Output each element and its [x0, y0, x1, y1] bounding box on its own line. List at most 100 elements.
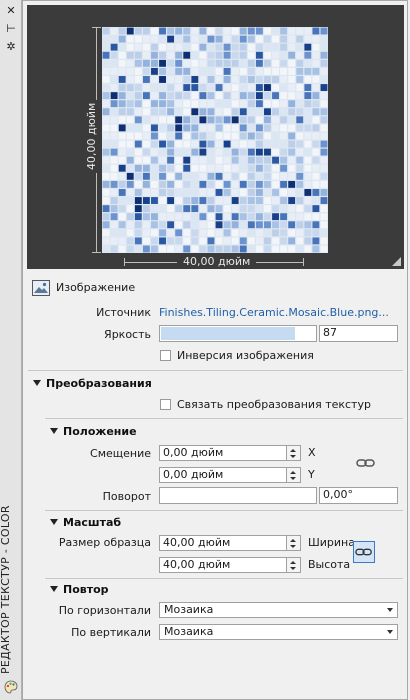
mosaic-tile: [255, 197, 263, 204]
rotation-label: Поворот: [102, 490, 151, 503]
brightness-slider[interactable]: [159, 325, 317, 342]
sample-height-spinner[interactable]: [287, 557, 301, 573]
mosaic-tile: [231, 213, 239, 221]
mosaic-tile: [231, 116, 239, 124]
mosaic-tile: [199, 237, 207, 245]
sample-width-input[interactable]: 40,00 дюйм: [159, 535, 287, 551]
offset-y-input[interactable]: 0,00 дюйм: [159, 467, 287, 483]
mosaic-tile: [151, 205, 158, 213]
mosaic-tile: [304, 237, 312, 245]
height-dimension-tick-top: [92, 27, 101, 28]
offset-y-spinner[interactable]: [287, 467, 301, 483]
mosaic-tile: [304, 197, 312, 204]
mosaic-tile: [296, 43, 304, 51]
sample-height-input[interactable]: 40,00 дюйм: [159, 557, 287, 573]
lock-offset-chain-icon[interactable]: [356, 457, 376, 469]
mosaic-tile: [167, 156, 175, 164]
mosaic-tile: [175, 140, 183, 148]
mosaic-tile: [239, 172, 247, 180]
mosaic-tile: [223, 245, 231, 253]
invert-image-checkbox[interactable]: [160, 350, 171, 361]
transforms-section-header[interactable]: Преобразования: [33, 377, 152, 390]
mosaic-tile: [126, 245, 134, 253]
mosaic-tile: [191, 156, 199, 164]
image-thumbnail-icon[interactable]: [32, 280, 50, 296]
mosaic-tile: [191, 140, 199, 148]
sample-width-spinner[interactable]: [287, 535, 301, 551]
resize-grip-icon[interactable]: [392, 257, 401, 266]
close-icon[interactable]: ✕: [4, 4, 18, 18]
mosaic-tile: [255, 205, 263, 213]
mosaic-tile: [296, 221, 304, 229]
mosaic-tile: [126, 172, 134, 180]
repeat-section-header[interactable]: Повтор: [50, 583, 109, 596]
mosaic-tile: [264, 100, 271, 108]
mosaic-tile: [215, 172, 223, 180]
mosaic-tile: [102, 76, 110, 83]
mosaic-tile: [280, 221, 288, 229]
mosaic-tile: [223, 156, 231, 164]
mosaic-tile: [110, 35, 118, 43]
mosaic-tile: [304, 124, 312, 132]
horizontal-repeat-select[interactable]: Мозаика: [159, 602, 398, 618]
mosaic-tile: [231, 148, 239, 156]
mosaic-tile: [126, 237, 134, 245]
source-link[interactable]: Finishes.Tiling.Ceramic.Mosaic.Blue.png.…: [159, 306, 389, 319]
offset-x-input[interactable]: 0,00 дюйм: [159, 445, 287, 461]
scale-section-header[interactable]: Масштаб: [50, 516, 121, 529]
mosaic-tile: [320, 35, 328, 43]
lock-aspect-button[interactable]: [353, 541, 375, 563]
rotation-slider[interactable]: [159, 487, 317, 504]
mosaic-tile: [296, 84, 304, 91]
position-section-header[interactable]: Положение: [50, 425, 137, 438]
link-transforms-label: Связать преобразования текстур: [177, 398, 371, 411]
mosaic-tile: [264, 92, 271, 100]
offset-x-spinner[interactable]: [287, 445, 301, 461]
palette-titlebar[interactable]: ✕ ⊢ ✲ РЕДАКТОР ТЕКСТУР - COLOR: [0, 0, 22, 700]
mosaic-tile: [167, 132, 175, 140]
mosaic-tile: [280, 84, 288, 91]
mosaic-tile: [159, 229, 166, 237]
mosaic-tile: [215, 100, 223, 108]
mosaic-tile: [280, 108, 288, 116]
mosaic-tile: [175, 197, 183, 204]
section-divider: [45, 418, 403, 419]
mosaic-tile: [199, 245, 207, 253]
mosaic-tile: [175, 43, 183, 51]
mosaic-tile: [159, 43, 166, 51]
mosaic-tile: [272, 51, 279, 59]
mosaic-tile: [288, 132, 296, 140]
mosaic-tile: [288, 116, 296, 124]
mosaic-tile: [191, 51, 199, 59]
mosaic-tile: [110, 221, 118, 229]
pin-icon[interactable]: ⊢: [4, 22, 18, 36]
mosaic-tile: [247, 221, 255, 229]
rotation-input[interactable]: 0,00°: [319, 487, 398, 504]
mosaic-tile: [264, 67, 271, 75]
vertical-repeat-select[interactable]: Мозаика: [159, 624, 398, 640]
settings-icon[interactable]: ✲: [4, 40, 18, 54]
mosaic-tile: [175, 205, 183, 213]
mosaic-tile: [320, 229, 328, 237]
link-transforms-checkbox[interactable]: [160, 399, 171, 410]
mosaic-tile: [207, 180, 215, 188]
mosaic-tile: [272, 172, 279, 180]
mosaic-tile: [199, 180, 207, 188]
brightness-input[interactable]: 87: [319, 325, 398, 342]
mosaic-tile: [231, 51, 239, 59]
mosaic-tile: [280, 59, 288, 67]
mosaic-tile: [239, 27, 247, 35]
mosaic-tile: [288, 197, 296, 204]
mosaic-tile: [118, 84, 126, 91]
mosaic-tile: [167, 76, 175, 83]
mosaic-tile: [110, 124, 118, 132]
mosaic-tile: [191, 237, 199, 245]
mosaic-tile: [199, 92, 207, 100]
mosaic-tile: [110, 229, 118, 237]
mosaic-tile: [239, 245, 247, 253]
mosaic-tile: [126, 180, 134, 188]
mosaic-tile: [223, 67, 231, 75]
mosaic-tile: [264, 132, 271, 140]
mosaic-tile: [280, 124, 288, 132]
mosaic-tile: [126, 84, 134, 91]
